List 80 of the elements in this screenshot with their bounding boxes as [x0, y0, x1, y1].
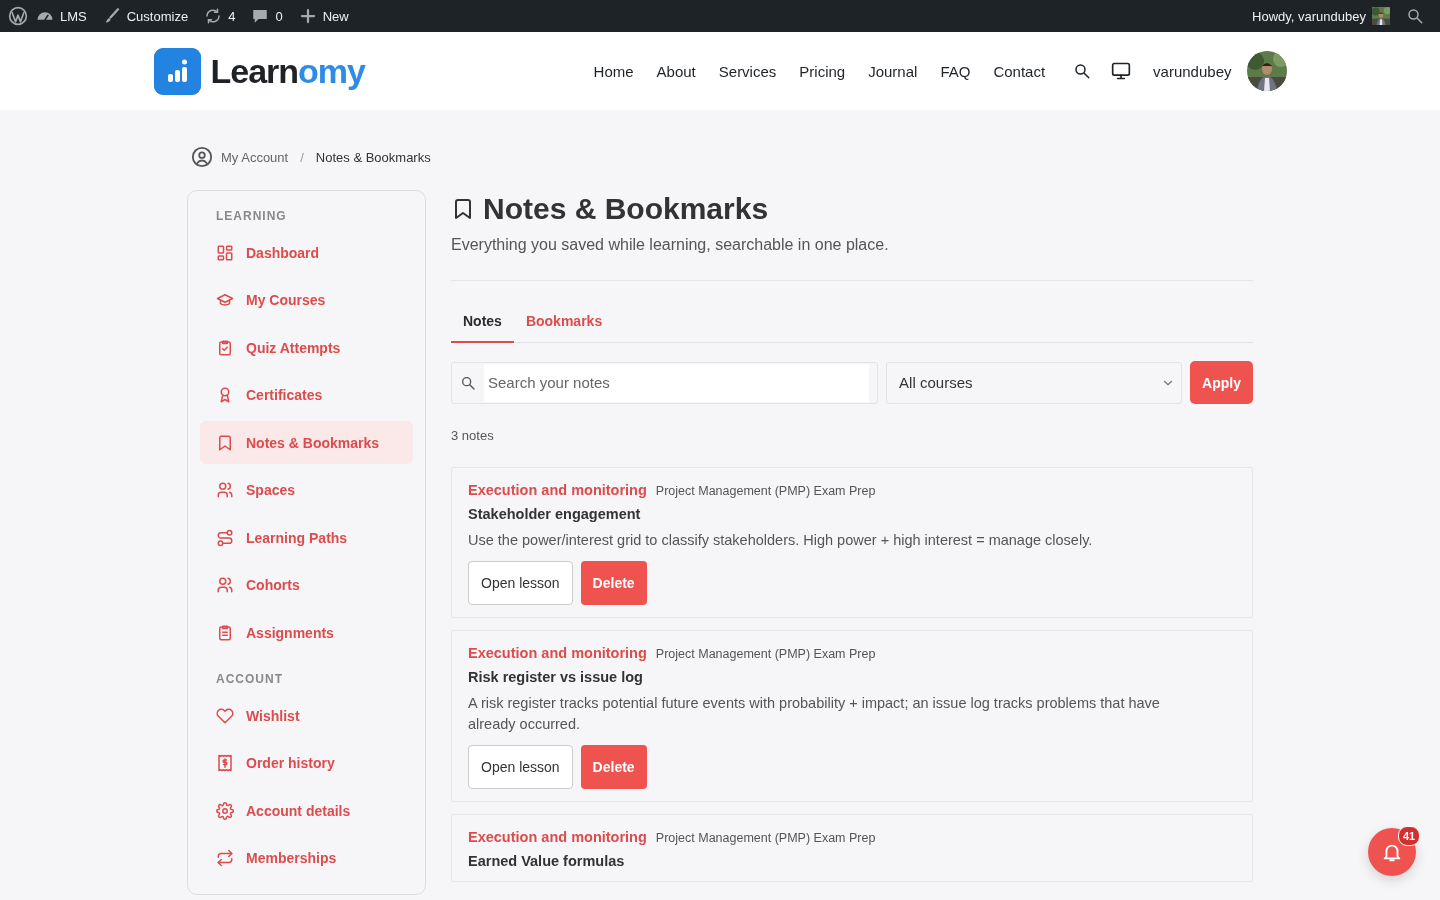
sidebar-item[interactable]: Notes & Bookmarks [200, 421, 413, 464]
sidebar-item[interactable]: Spaces [200, 468, 413, 512]
nav-link[interactable]: Services [718, 62, 777, 80]
username[interactable]: varundubey [1153, 62, 1232, 80]
sidebar-item[interactable]: Cohorts [200, 563, 413, 607]
admin-bar-account[interactable]: Howdy, varundubey [1244, 7, 1398, 25]
nav-link[interactable]: FAQ [940, 62, 971, 80]
search-icon [460, 374, 476, 391]
delete-button[interactable]: Delete [580, 561, 647, 605]
admin-bar-item[interactable]: 0 [243, 7, 291, 25]
breadcrumb-link[interactable]: My Account [221, 149, 289, 165]
plus-icon [298, 7, 317, 25]
open-lesson-button[interactable]: Open lesson [468, 561, 573, 605]
tab[interactable]: Notes [451, 313, 514, 343]
sidebar-item[interactable]: Order history [200, 741, 413, 785]
sidebar-item[interactable]: Quiz Attempts [200, 326, 413, 369]
nav-link[interactable]: Pricing [799, 62, 846, 80]
bookmark-icon [216, 433, 234, 452]
sidebar-item[interactable]: Certificates [200, 373, 413, 417]
admin-bar-item[interactable]: Customize [94, 7, 197, 25]
sidebar-heading: LEARNING [215, 209, 288, 223]
search-field[interactable]: Search your notes [451, 361, 879, 404]
sidebar-item[interactable]: My Courses [200, 278, 413, 322]
breadcrumb-current: Notes & Bookmarks [315, 149, 431, 165]
notification-button[interactable] [1368, 828, 1416, 876]
page-subtitle: Everything you saved while learning, searchable in one place. [451, 236, 890, 254]
module-link[interactable]: Execution and monitoring [468, 829, 647, 845]
user-circle-icon [191, 146, 213, 168]
users-icon [216, 576, 234, 594]
users-icon [216, 481, 234, 499]
heart-icon [216, 706, 234, 725]
course-name: Project Management (PMP) Exam Prep [655, 831, 876, 845]
admin-bar-item[interactable]: LMS [28, 7, 95, 25]
grid-icon [216, 243, 234, 262]
page-title: Notes & Bookmarks [483, 192, 769, 226]
search-icon [1406, 7, 1424, 25]
route-icon [216, 528, 234, 547]
sidebar-heading: ACCOUNT [215, 672, 284, 686]
nav-link[interactable]: About [656, 62, 696, 80]
search-icon [1073, 62, 1092, 80]
open-lesson-button[interactable]: Open lesson [468, 745, 573, 789]
sidebar-item[interactable]: Wishlist [200, 694, 413, 737]
sidebar-item[interactable]: Account details [200, 789, 413, 832]
clipboard-list-icon [216, 623, 234, 642]
course-select[interactable]: All courses [886, 361, 1183, 404]
comment-icon [251, 7, 270, 25]
module-link[interactable]: Execution and monitoring [468, 482, 647, 498]
course-name: Project Management (PMP) Exam Prep [655, 484, 876, 498]
module-link[interactable]: Execution and monitoring [468, 645, 647, 661]
tab[interactable]: Bookmarks [513, 313, 615, 343]
clipboard-check-icon [216, 338, 234, 357]
swap-arrows-icon [216, 849, 234, 867]
gear-icon [216, 801, 234, 820]
graduation-cap-icon [216, 291, 234, 309]
breadcrumb-separator: / [300, 149, 304, 165]
nav-link[interactable]: Contact [993, 62, 1046, 80]
note-title: Stakeholder engagement [468, 506, 642, 522]
note-title: Risk register vs issue log [468, 669, 644, 685]
delete-button[interactable]: Delete [580, 745, 647, 789]
wordpress-icon [8, 6, 28, 26]
sidebar-item[interactable]: Dashboard [200, 231, 413, 274]
logo-text: Learnomy [210, 51, 365, 91]
admin-bar-item[interactable]: New [290, 7, 357, 25]
notes-count: 3 notes [451, 428, 495, 443]
sidebar-item[interactable]: Memberships [200, 836, 413, 880]
apply-button[interactable]: Apply [1190, 361, 1253, 404]
logo-icon [153, 47, 201, 95]
monitor-icon [1111, 61, 1132, 81]
note-text: Use the power/interest grid to classify stakeholders. High power + high interest = manage closely. [468, 531, 1094, 550]
notification-badge: 41 [1398, 826, 1420, 846]
sidebar-item[interactable]: Learning Paths [200, 516, 413, 559]
note-title: Earned Value formulas [468, 853, 626, 869]
refresh-icon [204, 7, 223, 25]
nav-link[interactable]: Journal [868, 62, 918, 80]
admin-bar-item[interactable]: 4 [196, 7, 244, 25]
nav-link[interactable]: Home [593, 62, 634, 80]
sidebar-item[interactable]: Assignments [200, 611, 413, 654]
course-name: Project Management (PMP) Exam Prep [655, 647, 876, 661]
receipt-icon [216, 754, 234, 772]
note-text: A risk register tracks potential future events with probability + impact; an issue log tracks problems that have already occurred. [468, 694, 1161, 734]
